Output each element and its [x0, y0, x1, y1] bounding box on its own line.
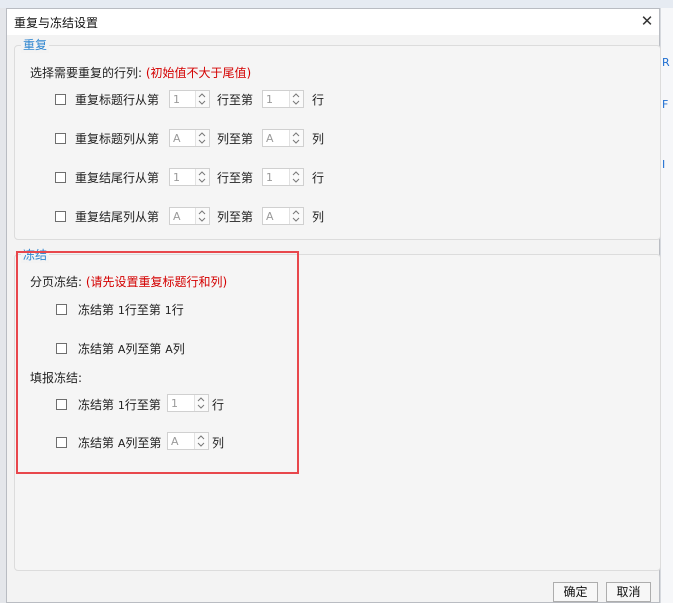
- repeat-title-row-mid-label: 行至第: [217, 93, 254, 107]
- chevron-down-icon[interactable]: [292, 177, 300, 184]
- repeat-title-row-from-stepper[interactable]: 1: [169, 90, 210, 108]
- repeat-end-row-to-stepper[interactable]: 1: [262, 168, 304, 186]
- background-mark-2: F: [662, 98, 669, 111]
- ok-button[interactable]: 确定: [553, 582, 598, 602]
- dialog-titlebar: 重复与冻结设置 ✕: [7, 9, 659, 35]
- chevron-down-icon[interactable]: [292, 138, 300, 145]
- repeat-title-row-checkbox[interactable]: [55, 94, 66, 105]
- chevron-up-icon[interactable]: [292, 209, 300, 216]
- repeat-title-row-to-value: 1: [266, 93, 273, 106]
- highlight-box: [16, 251, 299, 474]
- repeat-title-row-label: 重复标题行从第: [75, 93, 160, 107]
- repeat-end-row-to-value: 1: [266, 171, 273, 184]
- repeat-instruction-note: (初始值不大于尾值): [145, 66, 252, 80]
- chevron-down-icon[interactable]: [198, 138, 206, 145]
- chevron-up-icon[interactable]: [198, 131, 206, 138]
- chevron-up-icon[interactable]: [198, 170, 206, 177]
- close-icon[interactable]: ✕: [638, 12, 656, 30]
- repeat-group-legend: 重复: [21, 36, 50, 53]
- repeat-end-col-from-value: A: [173, 210, 181, 223]
- background-mark-3: I: [662, 158, 666, 171]
- chevron-up-icon[interactable]: [198, 209, 206, 216]
- repeat-end-col-checkbox[interactable]: [55, 211, 66, 222]
- chevron-up-icon[interactable]: [292, 92, 300, 99]
- background-right-panel: R F I: [660, 8, 673, 603]
- repeat-instruction-text: 选择需要重复的行列:: [30, 66, 143, 80]
- repeat-title-col-unit: 列: [312, 132, 325, 146]
- repeat-title-col-to-stepper[interactable]: A: [262, 129, 304, 147]
- repeat-title-col-from-value: A: [173, 132, 181, 145]
- cancel-button[interactable]: 取消: [606, 582, 651, 602]
- chevron-down-icon[interactable]: [292, 99, 300, 106]
- chevron-down-icon[interactable]: [198, 99, 206, 106]
- repeat-end-col-mid-label: 列至第: [217, 210, 254, 224]
- chevron-up-icon[interactable]: [198, 92, 206, 99]
- repeat-title-col-checkbox[interactable]: [55, 133, 66, 144]
- repeat-title-col-mid-label: 列至第: [217, 132, 254, 146]
- repeat-end-row-from-value: 1: [173, 171, 180, 184]
- repeat-title-col-from-stepper[interactable]: A: [169, 129, 210, 147]
- repeat-title-row-to-stepper[interactable]: 1: [262, 90, 304, 108]
- repeat-title-row-unit: 行: [312, 93, 325, 107]
- repeat-title-col-to-value: A: [266, 132, 274, 145]
- repeat-freeze-dialog: 重复与冻结设置 ✕ 重复 选择需要重复的行列: (初始值不大于尾值) 重复标题行…: [6, 8, 661, 603]
- chevron-down-icon[interactable]: [292, 216, 300, 223]
- repeat-end-row-checkbox[interactable]: [55, 172, 66, 183]
- chevron-up-icon[interactable]: [292, 131, 300, 138]
- background-mark-1: R: [662, 56, 670, 69]
- chevron-up-icon[interactable]: [292, 170, 300, 177]
- chevron-down-icon[interactable]: [198, 177, 206, 184]
- repeat-end-row-label: 重复结尾行从第: [75, 171, 160, 185]
- background-toolbar-strip: [0, 0, 673, 8]
- repeat-title-row-from-value: 1: [173, 93, 180, 106]
- repeat-instruction: 选择需要重复的行列: (初始值不大于尾值): [30, 64, 251, 81]
- repeat-end-col-to-value: A: [266, 210, 274, 223]
- repeat-title-col-label: 重复标题列从第: [75, 132, 160, 146]
- repeat-end-col-unit: 列: [312, 210, 325, 224]
- dialog-title: 重复与冻结设置: [14, 16, 99, 30]
- repeat-end-row-from-stepper[interactable]: 1: [169, 168, 210, 186]
- repeat-end-col-to-stepper[interactable]: A: [262, 207, 304, 225]
- repeat-end-row-unit: 行: [312, 171, 325, 185]
- repeat-end-row-mid-label: 行至第: [217, 171, 254, 185]
- chevron-down-icon[interactable]: [198, 216, 206, 223]
- repeat-end-col-from-stepper[interactable]: A: [169, 207, 210, 225]
- repeat-end-col-label: 重复结尾列从第: [75, 210, 160, 224]
